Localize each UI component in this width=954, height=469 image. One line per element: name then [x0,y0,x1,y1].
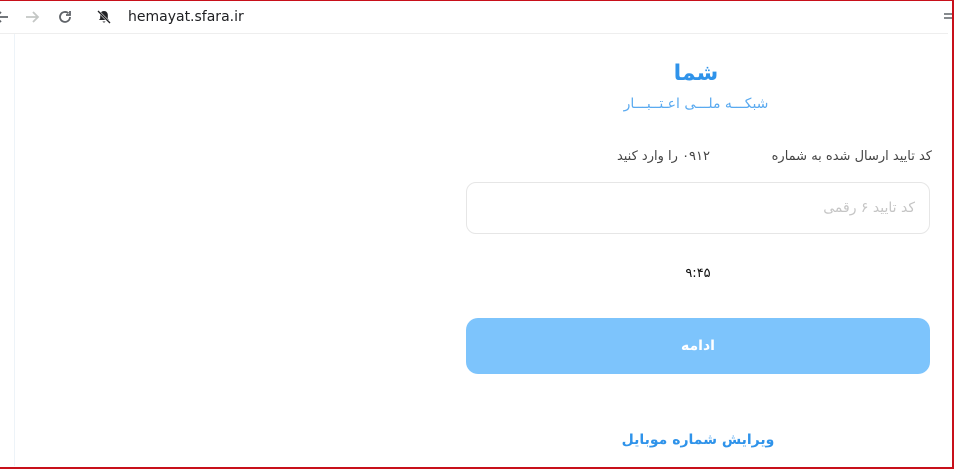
browser-window: hemayat.sfara.ir شما شبکـــه ملـــی اعـت… [0,0,954,469]
verification-code-input[interactable] [466,182,930,234]
forward-arrow-icon[interactable] [22,7,42,27]
countdown-timer: ۹:۴۵ [685,266,711,281]
divider [14,34,15,466]
phone-prefix: ۰۹۱۲ [682,149,710,164]
continue-button[interactable]: ادامه [466,318,930,374]
back-arrow-icon[interactable] [0,7,12,27]
menu-edge-icon [944,7,952,27]
edit-mobile-link[interactable]: ویرایش شماره موبایل [606,430,790,450]
page-content: شما شبکـــه ملـــی اعـتــبـــار کد تایید… [0,34,948,466]
browser-toolbar: hemayat.sfara.ir [0,1,952,34]
verify-message-text: کد تایید ارسال شده به شماره [771,149,932,164]
notifications-off-icon[interactable] [94,7,114,27]
reload-icon[interactable] [55,7,75,27]
verify-phone-line: ۰۹۱۲ را وارد کنید [600,148,710,166]
brand-subtitle: شبکـــه ملـــی اعـتــبـــار [623,96,769,112]
address-bar-url[interactable]: hemayat.sfara.ir [128,7,244,27]
verify-message-suffix: را وارد کنید [616,149,678,164]
verification-card: شما شبکـــه ملـــی اعـتــبـــار کد تایید… [466,34,932,466]
brand-title: شما [673,61,719,86]
